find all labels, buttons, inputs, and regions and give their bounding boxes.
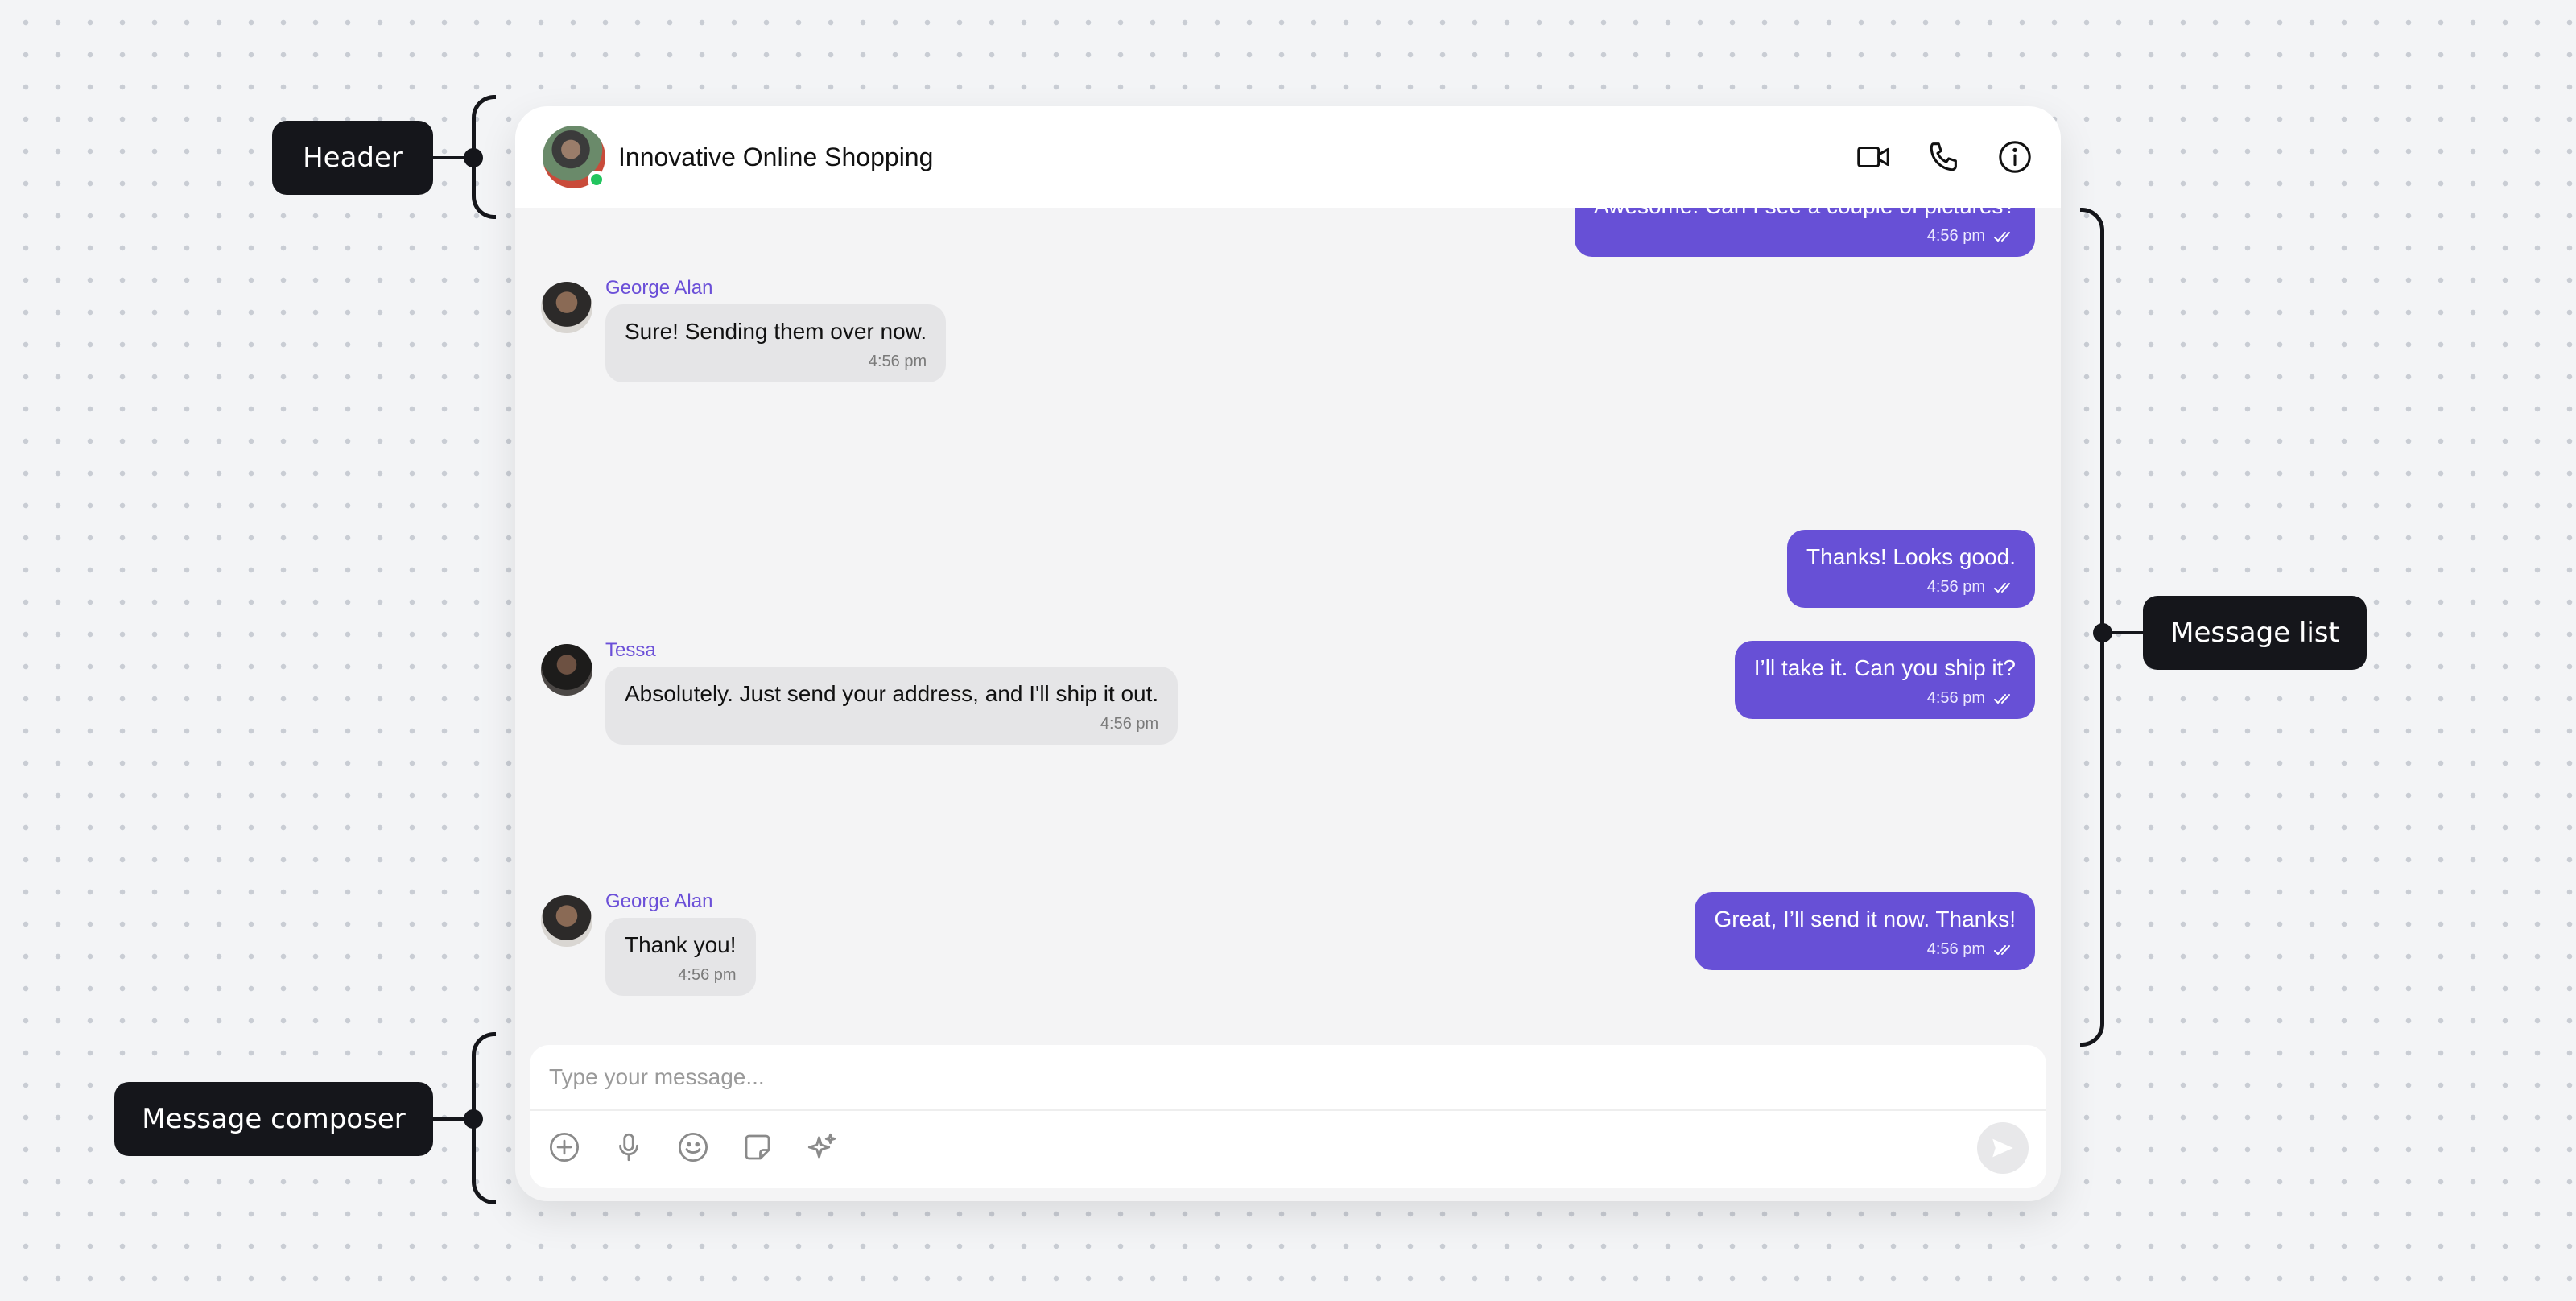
message-text: Sure! Sending them over now. bbox=[625, 319, 927, 344]
message-meta: 4:56 pm bbox=[625, 353, 927, 371]
header-brace bbox=[472, 95, 496, 219]
message-composer-brace bbox=[472, 1032, 496, 1204]
message-time: 4:56 pm bbox=[678, 966, 737, 984]
message-bubble-outgoing[interactable]: I’ll take it. Can you ship it? 4:56 pm bbox=[1734, 641, 2035, 719]
phone-icon[interactable] bbox=[1926, 138, 1963, 176]
online-status-indicator bbox=[588, 171, 605, 188]
message-list-annotation: Message list bbox=[2143, 596, 2367, 670]
message-composer-annotation: Message composer bbox=[114, 1082, 433, 1156]
add-icon[interactable] bbox=[547, 1130, 581, 1164]
read-receipt-icon bbox=[1994, 231, 2010, 242]
emoji-icon[interactable] bbox=[676, 1130, 710, 1164]
message-meta: 4:56 pm bbox=[625, 715, 1158, 733]
message-input[interactable] bbox=[530, 1045, 2046, 1111]
avatar-george-alan[interactable] bbox=[541, 895, 592, 947]
read-receipt-icon bbox=[1994, 693, 2010, 704]
message-bubble-outgoing[interactable]: Great, I’ll send it now. Thanks! 4:56 pm bbox=[1695, 892, 2035, 970]
header-actions bbox=[1855, 138, 2033, 176]
message-meta: 4:56 pm bbox=[625, 966, 737, 985]
sender-name: Tessa bbox=[605, 639, 656, 661]
message-text: Thanks! Looks good. bbox=[1806, 544, 2016, 569]
send-icon bbox=[1992, 1138, 2013, 1158]
message-meta: 4:56 pm bbox=[1714, 940, 2016, 959]
message-time: 4:56 pm bbox=[868, 353, 927, 370]
chat-window: Innovative Online Shopping Awesome. Can … bbox=[515, 106, 2061, 1201]
sender-name: George Alan bbox=[605, 277, 713, 299]
header-annotation: Header bbox=[272, 121, 433, 195]
message-text: Thank you! bbox=[625, 932, 737, 957]
avatar-tessa[interactable] bbox=[541, 644, 592, 696]
read-receipt-icon bbox=[1994, 582, 2010, 593]
video-camera-icon[interactable] bbox=[1855, 138, 1892, 176]
message-text: I’ll take it. Can you ship it? bbox=[1753, 655, 2016, 680]
message-bubble-incoming[interactable]: Absolutely. Just send your address, and … bbox=[605, 667, 1179, 745]
message-time: 4:56 pm bbox=[1926, 689, 1985, 707]
chat-title: Innovative Online Shopping bbox=[618, 142, 934, 171]
read-receipt-icon bbox=[1994, 944, 2010, 955]
message-meta: 4:56 pm bbox=[1806, 578, 2016, 597]
message-list-brace bbox=[2080, 208, 2104, 1047]
avatar-george-alan[interactable] bbox=[541, 282, 592, 333]
message-bubble-incoming[interactable]: Sure! Sending them over now. 4:56 pm bbox=[605, 304, 947, 382]
message-text: Great, I’ll send it now. Thanks! bbox=[1714, 907, 2016, 931]
message-bubble-outgoing[interactable]: Thanks! Looks good. 4:56 pm bbox=[1787, 530, 2035, 608]
send-button[interactable] bbox=[1977, 1122, 2029, 1174]
message-composer bbox=[530, 1045, 2046, 1188]
message-time: 4:56 pm bbox=[1100, 715, 1159, 733]
chat-avatar[interactable] bbox=[543, 126, 605, 188]
microphone-icon[interactable] bbox=[612, 1130, 646, 1164]
message-time: 4:56 pm bbox=[1926, 940, 1985, 958]
sticker-icon[interactable] bbox=[741, 1130, 774, 1164]
message-time: 4:56 pm bbox=[1926, 578, 1985, 596]
message-meta: 4:56 pm bbox=[1594, 227, 2016, 246]
message-list[interactable]: Awesome. Can I see a couple of pictures?… bbox=[515, 179, 2061, 1148]
message-meta: 4:56 pm bbox=[1754, 689, 2016, 708]
message-bubble-incoming[interactable]: Thank you! 4:56 pm bbox=[605, 918, 756, 996]
composer-tools bbox=[547, 1130, 839, 1164]
sender-name: George Alan bbox=[605, 890, 713, 912]
ai-sparkle-icon[interactable] bbox=[805, 1130, 839, 1164]
chat-header: Innovative Online Shopping bbox=[515, 106, 2061, 208]
message-text: Absolutely. Just send your address, and … bbox=[625, 681, 1159, 706]
info-icon[interactable] bbox=[1996, 138, 2033, 176]
message-time: 4:56 pm bbox=[1926, 227, 1985, 245]
